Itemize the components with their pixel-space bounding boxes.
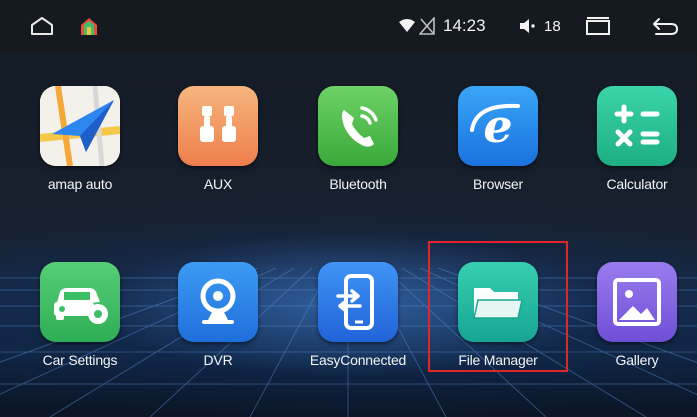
dvr-camera-icon	[178, 262, 258, 342]
app-bluetooth[interactable]: Bluetooth	[288, 86, 428, 226]
app-car-settings[interactable]: Car Settings	[10, 262, 150, 402]
car-settings-icon	[40, 262, 120, 342]
gallery-icon	[597, 262, 677, 342]
easyconnected-icon	[318, 262, 398, 342]
app-amap-auto[interactable]: amap auto	[10, 86, 150, 226]
home-icon[interactable]	[30, 0, 54, 52]
app-label: Calculator	[606, 176, 668, 192]
app-store-icon[interactable]	[78, 0, 100, 52]
volume-icon[interactable]	[518, 0, 538, 52]
wifi-icon	[398, 0, 416, 52]
status-bar: 14:23 18	[0, 0, 697, 52]
aux-cable-icon	[178, 86, 258, 166]
app-label: amap auto	[47, 176, 113, 192]
selection-highlight-box	[428, 241, 568, 372]
amap-icon	[40, 86, 120, 166]
no-sim-icon	[419, 0, 435, 52]
back-icon[interactable]	[651, 0, 679, 52]
volume-level: 18	[544, 17, 561, 35]
status-time: 14:23	[443, 16, 486, 35]
app-label: DVR	[203, 352, 233, 368]
browser-icon: e	[458, 86, 538, 166]
app-label: AUX	[203, 176, 233, 192]
app-aux[interactable]: AUX	[148, 86, 288, 226]
app-label: Browser	[473, 176, 523, 192]
app-label: Car Settings	[42, 352, 118, 368]
app-gallery[interactable]: Gallery	[567, 262, 697, 402]
app-easyconnected[interactable]: EasyConnected	[288, 262, 428, 402]
recent-apps-icon[interactable]	[585, 0, 611, 52]
home-screen: 14:23 18 amap auto AUX Bluetooth e Brows…	[0, 0, 697, 417]
app-label: EasyConnected	[309, 352, 407, 368]
calculator-icon	[597, 86, 677, 166]
app-dvr[interactable]: DVR	[148, 262, 288, 402]
app-label: Gallery	[615, 352, 659, 368]
app-label: Bluetooth	[329, 176, 387, 192]
app-browser[interactable]: e Browser	[428, 86, 568, 226]
app-calculator[interactable]: Calculator	[567, 86, 697, 226]
bluetooth-phone-icon	[318, 86, 398, 166]
